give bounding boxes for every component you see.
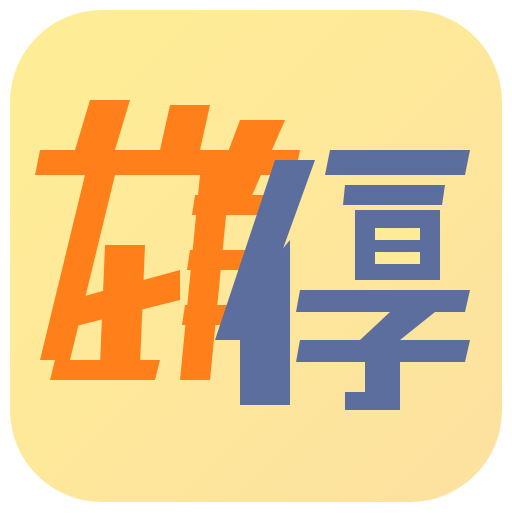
app-icon[interactable]: 雄停	[0, 0, 512, 512]
app-icon-artwork	[10, 10, 502, 502]
